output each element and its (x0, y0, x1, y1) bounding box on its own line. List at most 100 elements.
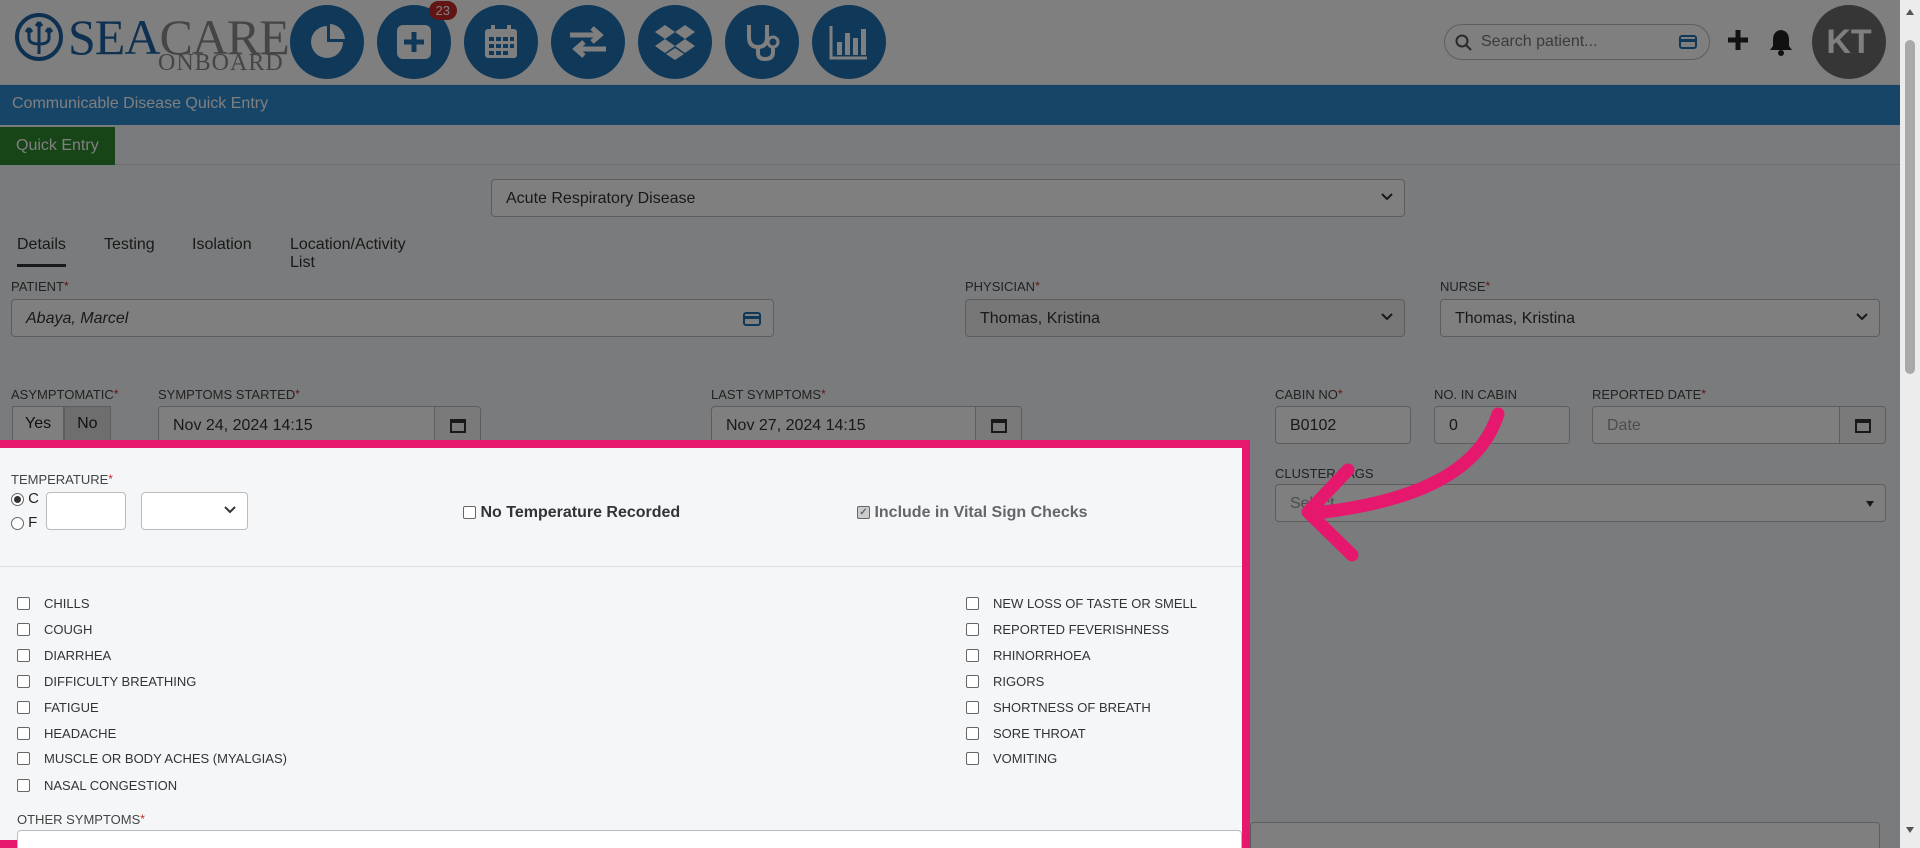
include-vitals-checkbox[interactable]: ✓ (857, 506, 870, 520)
symptom-muscle-aches[interactable]: MUSCLE OR BODY ACHES (MYALGIAS) (17, 751, 287, 766)
tab-testing[interactable]: Testing (104, 236, 155, 254)
patient-field[interactable]: Abaya, Marcel (11, 299, 774, 337)
symptom-rigors[interactable]: RIGORS (966, 674, 1044, 689)
tab-details[interactable]: Details (17, 236, 66, 267)
nurse-label: NURSE* (1440, 279, 1491, 294)
symptom-checkbox[interactable] (17, 751, 30, 765)
transfer-arrows-icon (570, 26, 606, 58)
last-symptoms-value: Nov 27, 2024 14:15 (726, 417, 866, 434)
symptom-difficulty-breathing[interactable]: DIFFICULTY BREATHING (17, 674, 196, 689)
symptom-checkbox[interactable] (966, 648, 979, 662)
unit-f-option[interactable]: F (11, 514, 37, 531)
add-visit-icon (397, 25, 431, 59)
disease-select[interactable]: Acute Respiratory Disease (491, 179, 1405, 217)
symptom-checkbox[interactable] (17, 700, 30, 714)
physician-value: Thomas, Kristina (980, 310, 1101, 327)
last-symptoms-field[interactable]: Nov 27, 2024 14:15 (711, 406, 1022, 444)
symptoms-started-field[interactable]: Nov 24, 2024 14:15 (158, 406, 481, 444)
no-temperature-option[interactable]: No Temperature Recorded (463, 504, 680, 522)
trident-logo-icon (15, 13, 63, 61)
stethoscope-icon (747, 25, 780, 62)
nav-stethoscope-button[interactable] (725, 5, 799, 79)
symptom-fatigue[interactable]: FATIGUE (17, 700, 99, 715)
seacare-logo[interactable]: SEACARE ONBOARD (14, 8, 290, 76)
patient-label: PATIENT* (11, 279, 69, 294)
symptom-checkbox[interactable] (17, 622, 30, 636)
symptom-checkbox[interactable] (966, 596, 979, 610)
disease-select-value: Acute Respiratory Disease (506, 190, 696, 207)
last-symptoms-calendar-button[interactable] (975, 407, 1021, 443)
temperature-input[interactable] (46, 492, 126, 530)
symptom-sore-throat[interactable]: SORE THROAT (966, 726, 1086, 741)
symptom-headache[interactable]: HEADACHE (17, 726, 116, 741)
unit-c-option[interactable]: C (11, 490, 39, 507)
user-avatar[interactable]: KT (1812, 5, 1886, 79)
symptom-checkbox[interactable] (966, 751, 979, 765)
tab-isolation[interactable]: Isolation (192, 236, 252, 254)
plus-icon[interactable] (1726, 28, 1750, 52)
symptom-checkbox[interactable] (17, 596, 30, 610)
nav-dropbox-button[interactable] (638, 5, 712, 79)
reported-date-field[interactable]: Date (1592, 406, 1886, 444)
card-scan-icon[interactable] (1679, 34, 1697, 50)
nav-transfer-button[interactable] (551, 5, 625, 79)
search-input[interactable]: Search patient... (1481, 33, 1598, 51)
scrollbar[interactable] (1900, 0, 1920, 848)
asymptomatic-toggle: Yes No (12, 406, 111, 442)
no-temperature-checkbox[interactable] (463, 506, 476, 520)
card-scan-icon[interactable] (743, 311, 761, 327)
calendar-icon (1854, 419, 1871, 433)
symptom-checkbox[interactable] (966, 726, 979, 740)
chevron-down-icon (1381, 313, 1393, 321)
nurse-select[interactable]: Thomas, Kristina (1440, 299, 1880, 337)
symptom-vomiting[interactable]: VOMITING (966, 751, 1057, 766)
symptom-cough[interactable]: COUGH (17, 622, 92, 637)
scroll-thumb[interactable] (1905, 40, 1915, 374)
symptom-checkbox[interactable] (966, 700, 979, 714)
unit-c-radio[interactable] (11, 492, 24, 506)
temperature-method-select[interactable] (141, 492, 248, 530)
bell-icon[interactable] (1768, 28, 1794, 56)
quick-entry-button[interactable]: Quick Entry (0, 127, 115, 165)
patient-value: Abaya, Marcel (26, 310, 129, 327)
symptom-chills[interactable]: CHILLS (17, 596, 90, 611)
include-vitals-option[interactable]: ✓ Include in Vital Sign Checks (857, 504, 1088, 522)
symptoms-started-value: Nov 24, 2024 14:15 (173, 417, 313, 434)
symptom-nasal-congestion[interactable]: NASAL CONGESTION (17, 778, 177, 793)
symptom-loss-taste-smell[interactable]: NEW LOSS OF TASTE OR SMELL (966, 596, 1197, 611)
scroll-up-icon[interactable] (1905, 8, 1915, 16)
nav-reports-button[interactable] (812, 5, 886, 79)
symptom-checkbox[interactable] (966, 674, 979, 688)
symptom-rhinorrhoea[interactable]: RHINORRHOEA (966, 648, 1091, 663)
divider (0, 566, 1242, 567)
chevron-down-icon (1381, 193, 1393, 201)
other-symptoms-field[interactable] (17, 830, 1242, 848)
notification-badge: 23 (428, 1, 457, 20)
dashboard-pie-icon (311, 24, 345, 58)
symptom-checkbox[interactable] (17, 648, 30, 662)
calendar-icon (990, 419, 1007, 433)
reported-date-label: REPORTED DATE* (1592, 387, 1706, 402)
nav-calendar-button[interactable] (464, 5, 538, 79)
symptom-checkbox[interactable] (17, 778, 30, 792)
patient-search[interactable]: Search patient... (1444, 24, 1710, 60)
symptom-reported-feverishness[interactable]: REPORTED FEVERISHNESS (966, 622, 1169, 637)
asymptomatic-no-button[interactable]: No (64, 406, 111, 442)
unit-f-radio[interactable] (11, 516, 24, 530)
symptoms-started-calendar-button[interactable] (434, 407, 480, 443)
asymptomatic-yes-button[interactable]: Yes (12, 406, 65, 442)
reported-date-calendar-button[interactable] (1839, 407, 1885, 443)
symptom-diarrhea[interactable]: DIARRHEA (17, 648, 111, 663)
symptom-checkbox[interactable] (17, 674, 30, 688)
tab-location-activity[interactable]: Location/Activity List (290, 236, 406, 272)
physician-select[interactable]: Thomas, Kristina (965, 299, 1405, 337)
nav-add-visit-button[interactable]: 23 (377, 1, 457, 79)
nav-dashboard-button[interactable] (290, 5, 364, 79)
brand-onboard: ONBOARD (158, 50, 284, 76)
symptom-shortness-of-breath[interactable]: SHORTNESS OF BREATH (966, 700, 1151, 715)
symptom-checkbox[interactable] (17, 726, 30, 740)
other-symptoms-field-right[interactable] (1250, 822, 1880, 848)
symptom-checkbox[interactable] (966, 622, 979, 636)
symptoms-started-label: SYMPTOMS STARTED* (158, 387, 300, 402)
scroll-down-icon[interactable] (1905, 826, 1915, 834)
